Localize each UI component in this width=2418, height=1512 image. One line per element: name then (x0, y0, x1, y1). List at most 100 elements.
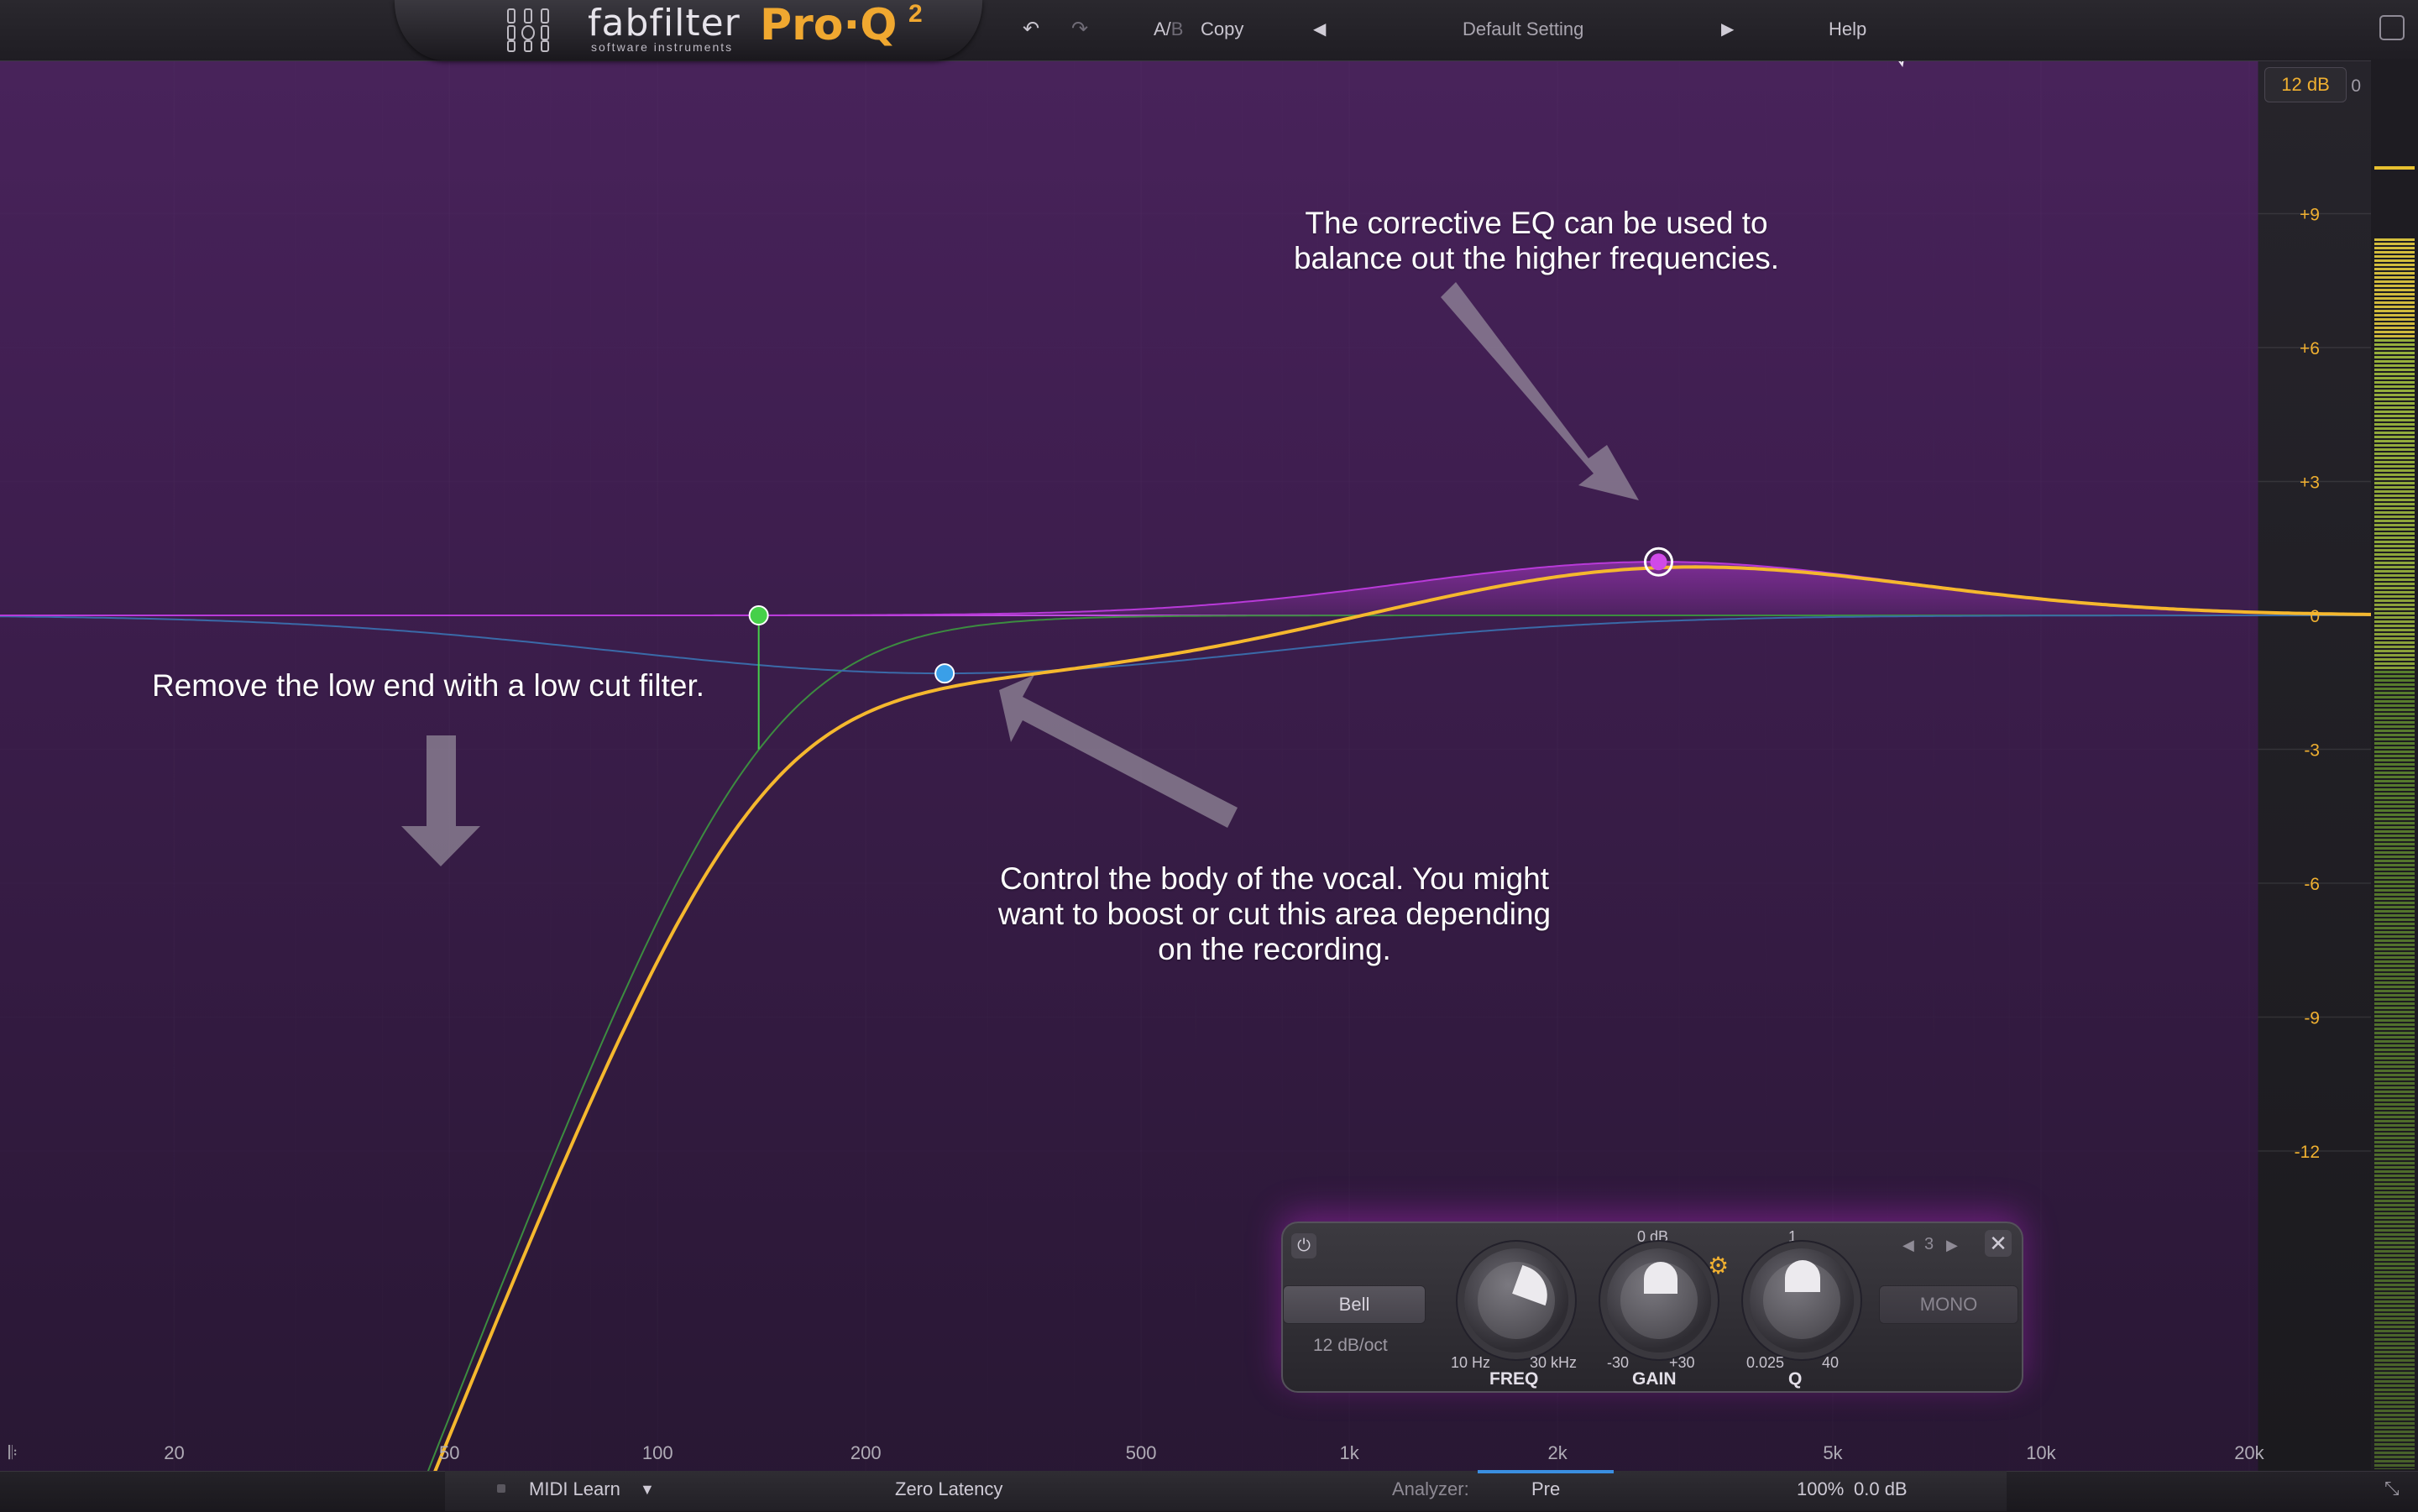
annotation-vocal-body: Control the body of the vocal. You might… (905, 861, 1644, 967)
latency-mode[interactable]: Zero Latency (895, 1478, 1002, 1500)
midi-dropdown-icon[interactable]: ▼ (640, 1481, 655, 1499)
meter-segment (2374, 243, 2415, 245)
freq-knob[interactable] (1464, 1248, 1568, 1352)
redo-icon[interactable]: ↷ (1071, 17, 1088, 41)
meter-segment (2374, 1233, 2415, 1236)
meter-segment (2374, 1107, 2415, 1110)
preset-next-icon[interactable]: ▶ (1721, 18, 1734, 39)
fullscreen-icon[interactable] (2379, 15, 2405, 40)
meter-segment (2374, 1023, 2415, 1026)
undo-icon[interactable]: ↶ (1023, 17, 1039, 41)
eq-db-label: +3 (2300, 473, 2320, 493)
close-band-icon[interactable]: ✕ (1985, 1230, 2012, 1257)
meter-segment (2374, 1426, 2415, 1429)
meter-segment (2374, 1095, 2415, 1097)
annotation-high-frequencies: The corrective EQ can be used to balance… (1117, 206, 1956, 276)
meter-segment (2374, 1015, 2415, 1018)
band1-node[interactable] (748, 605, 769, 625)
output-gain[interactable]: 0.0 dB (1854, 1478, 1908, 1500)
annotation-body-line-1: Control the body of the vocal. You might (999, 861, 1550, 896)
filter-slope[interactable]: 12 dB/oct (1313, 1336, 1388, 1356)
meter-segment (2374, 1116, 2415, 1118)
resize-icon[interactable]: ⤡ (2384, 1478, 2400, 1499)
meter-segment (2374, 1380, 2415, 1383)
meter-segment (2374, 557, 2415, 560)
meter-segment (2374, 1204, 2415, 1206)
meter-segment (2374, 730, 2415, 732)
meter-segment (2374, 788, 2415, 791)
meter-segment (2374, 314, 2415, 317)
meter-segment (2374, 1321, 2415, 1324)
meter-segment (2374, 604, 2415, 606)
meter-segment (2374, 902, 2415, 904)
analyzer-mode[interactable]: Pre (1531, 1478, 1560, 1500)
meter-segment (2374, 327, 2415, 329)
meter-segment (2374, 583, 2415, 585)
meter-segment (2374, 751, 2415, 753)
meter-segment (2374, 289, 2415, 291)
meter-segment (2374, 402, 2415, 405)
band-next-icon[interactable]: ▶ (1946, 1237, 1958, 1254)
band-prev-icon[interactable]: ◀ (1902, 1237, 1914, 1254)
band3-node[interactable] (1650, 553, 1667, 571)
annotation-high-line-2: balance out the higher frequencies. (1293, 241, 1780, 275)
filter-shape-button[interactable]: Bell (1283, 1285, 1426, 1324)
meter-segment (2374, 1166, 2415, 1169)
meter-segment (2374, 595, 2415, 598)
meter-segment (2374, 910, 2415, 913)
meter-segment (2374, 264, 2415, 266)
meter-segment (2374, 549, 2415, 552)
meter-segment (2374, 1468, 2415, 1469)
meter-segment (2374, 1288, 2415, 1290)
piano-keyboard-icon[interactable]: 𝄆 (8, 1442, 18, 1464)
band2-node[interactable] (934, 663, 955, 684)
band-power-icon[interactable]: ⏻ (1291, 1233, 1316, 1258)
meter-segment (2374, 805, 2415, 808)
ab-compare-button[interactable]: A/B (1154, 18, 1183, 40)
meter-segment (2374, 1300, 2415, 1303)
preset-prev-icon[interactable]: ◀ (1313, 18, 1326, 39)
meter-segment (2374, 709, 2415, 711)
gain-range-selector[interactable]: 12 dB (2264, 67, 2347, 102)
meter-segment (2374, 503, 2415, 505)
midi-learn-button[interactable]: MIDI Learn (529, 1478, 620, 1500)
meter-segment (2374, 700, 2415, 703)
stereo-mode-button[interactable]: MONO (1879, 1285, 2018, 1324)
meter-segment (2374, 889, 2415, 892)
meter-segment (2374, 566, 2415, 568)
meter-segment (2374, 994, 2415, 997)
meter-segment (2374, 507, 2415, 510)
meter-segment (2374, 826, 2415, 829)
meter-segment (2374, 868, 2415, 871)
fabfilter-logo-icon (504, 7, 564, 54)
meter-segment (2374, 482, 2415, 484)
eq-window: 20 50 100 200 500 1k 2k 5k 10k 20k +9 +6 +3 0 -3 -6 -9-… (0, 0, 2418, 1512)
copy-button[interactable]: Copy (1201, 18, 1243, 40)
meter-segment (2374, 654, 2415, 657)
meter-segment (2374, 1112, 2415, 1114)
meter-segment (2374, 692, 2415, 694)
meter-segment (2374, 1267, 2415, 1269)
meter-segment (2374, 432, 2415, 434)
help-button[interactable]: Help (1829, 18, 1866, 40)
freq-label: 2k (1547, 1442, 1568, 1463)
meter-segment (2374, 616, 2415, 619)
meter-segment (2374, 683, 2415, 686)
meter-segment (2374, 797, 2415, 799)
meter-segment (2374, 440, 2415, 442)
meter-segment (2374, 1103, 2415, 1106)
meter-segment (2374, 1019, 2415, 1022)
meter-segment (2374, 931, 2415, 934)
zoom-level[interactable]: 100% (1797, 1478, 1844, 1500)
preset-name[interactable]: Default Setting (1463, 18, 1583, 40)
gain-min-label: -30 (1607, 1354, 1630, 1371)
meter-segment (2374, 1162, 2415, 1164)
meter-segment (2374, 977, 2415, 980)
gain-knob[interactable] (1607, 1248, 1711, 1352)
freq-label: 10k (2026, 1442, 2056, 1463)
meter-segment (2374, 360, 2415, 363)
meter-segment (2374, 939, 2415, 942)
auto-gain-icon[interactable]: ⚙ (1708, 1252, 1729, 1279)
q-knob[interactable] (1750, 1248, 1854, 1352)
freq-label: 100 (642, 1442, 673, 1463)
